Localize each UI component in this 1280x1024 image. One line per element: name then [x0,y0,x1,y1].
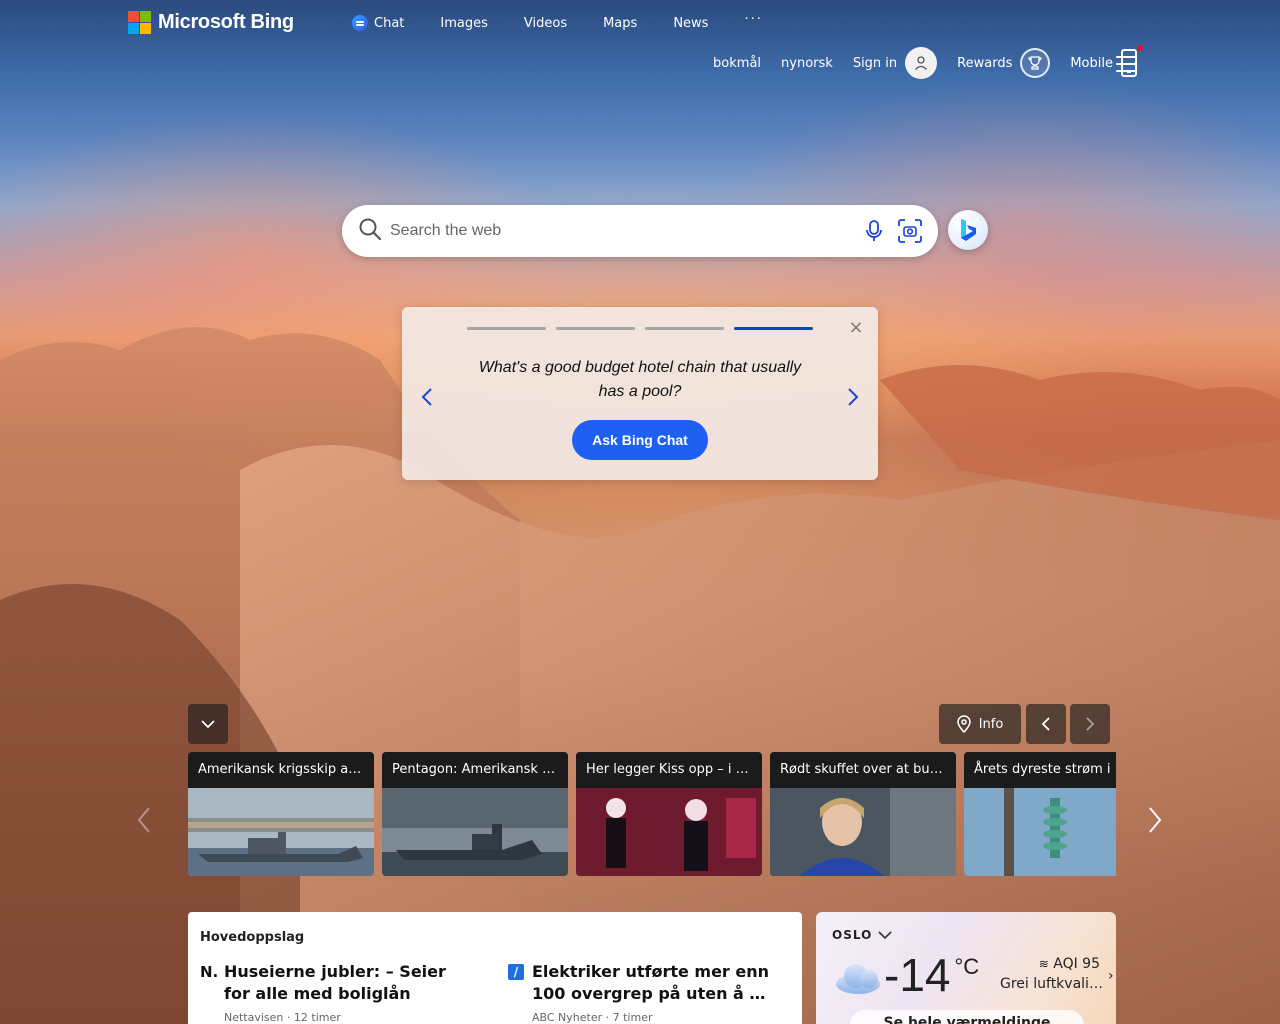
weather-city-selector[interactable]: OSLO [832,928,1100,942]
aqi-value: AQI 95 [1053,956,1100,972]
microsoft-logo-icon [128,11,151,34]
weather-city: OSLO [832,928,873,942]
sign-in-label: Sign in [852,55,898,71]
full-forecast-button[interactable]: Se hele værmeldinge [850,1010,1084,1024]
bing-chat-button-icon[interactable] [948,210,988,250]
news-tile[interactable]: Her legger Kiss opp – i kveld [576,752,762,876]
chevron-down-icon [878,930,892,939]
nettavisen-logo-icon: N. [200,963,219,981]
cloud-icon [832,962,882,996]
more-menu-icon[interactable]: ··· [744,12,762,27]
chevron-right-icon[interactable]: › [1108,968,1114,984]
ask-bing-chat-button[interactable]: Ask Bing Chat [572,420,708,460]
sign-in-button[interactable]: Sign in [852,47,938,79]
nav-videos[interactable]: Videos [524,16,567,31]
progress-step[interactable] [467,327,546,330]
bing-chat-icon [352,15,368,31]
nav-maps[interactable]: Maps [603,16,637,31]
news-tile-title: Pentagon: Amerikansk krigsskip [382,752,568,788]
rewards-button[interactable]: Rewards [957,48,1051,78]
carousel-prev-icon[interactable] [132,806,156,838]
aqi-description: Grei luftkvalitet [1000,976,1104,992]
bing-chat-suggestion-card: × What's a good budget hotel chain that … [402,307,878,480]
abc-nyheter-logo-icon: / [508,964,524,980]
carousel-next-icon[interactable] [1143,806,1167,838]
nav-chat-label: Chat [374,15,405,31]
news-tile[interactable]: Årets dyreste strøm i [964,752,1116,876]
wind-icon: ≋ [1038,957,1049,971]
bing-logo[interactable]: Microsoft Bing [128,11,294,34]
air-quality-index: ≋ AQI 95 [1000,956,1100,972]
microphone-icon[interactable] [860,217,888,245]
suggested-question: What's a good budget hotel chain that us… [478,359,802,400]
news-tile[interactable]: Amerikansk krigsskip anklaget [188,752,374,876]
top-navigation: Chat Images Videos Maps News ··· [352,12,763,31]
story-title[interactable]: Huseierne jubler: – Seier for alle med b… [224,961,468,1005]
search-icon[interactable] [358,217,382,245]
progress-step[interactable] [556,327,635,330]
account-bar: bokmål nynorsk Sign in Rewards Mobile [713,45,1143,79]
location-pin-icon [956,715,971,733]
user-avatar-icon [905,47,938,79]
chevron-down-icon [201,720,215,729]
chevron-right-icon [1086,717,1095,731]
power-line-insulator-image [964,788,1116,876]
weather-widget[interactable]: OSLO -14 °C ≋ AQI 95 Grei luftkvalitet ›… [816,912,1116,1024]
search-input[interactable] [390,222,852,240]
story-item[interactable]: N. Huseierne jubler: – Seier for alle me… [200,961,468,1024]
rewards-label: Rewards [957,55,1013,71]
search-box [342,205,938,257]
story-item[interactable]: / Elektriker utførte mer enn 100 overgre… [508,961,776,1024]
chevron-right-icon[interactable] [843,387,863,411]
carousel-progress [467,327,813,330]
notification-dot [1137,45,1143,51]
weather-unit: °C [954,954,980,979]
story-source: ABC Nyheter · 7 timer [532,1011,653,1024]
lang-nynorsk[interactable]: nynorsk [781,56,833,71]
kiss-concert-image [576,788,762,876]
progress-step[interactable] [645,327,724,330]
close-icon[interactable]: × [848,319,864,337]
previous-image-button[interactable] [1026,704,1066,744]
story-title[interactable]: Elektriker utførte mer enn 100 overgrep … [532,961,776,1005]
woman-portrait-image [770,788,956,876]
warship-harbor-image [188,788,374,876]
news-carousel: Amerikansk krigsskip anklaget Pentagon: … [188,752,1116,876]
chevron-left-icon[interactable] [417,387,437,411]
news-tile[interactable]: Pentagon: Amerikansk krigsskip [382,752,568,876]
image-info-button[interactable]: Info [939,704,1021,744]
top-stories-heading: Hovedoppslag [200,930,305,945]
news-tile[interactable]: Rødt skuffet over at budsjettet [770,752,956,876]
logo-text: Microsoft Bing [158,11,294,33]
hamburger-menu-icon[interactable] [1116,56,1136,72]
weather-temperature: -14 [884,949,951,1001]
nav-news[interactable]: News [673,16,708,31]
news-tile-title: Amerikansk krigsskip anklaget [188,752,374,788]
news-tile-title: Her legger Kiss opp – i kveld [576,752,762,788]
story-source: Nettavisen · 12 timer [224,1011,341,1024]
lang-bokmal[interactable]: bokmål [713,56,761,71]
news-tile-title: Rødt skuffet over at budsjettet [770,752,956,788]
nav-chat[interactable]: Chat [352,15,404,31]
warship-gray-sky-image [382,788,568,876]
nav-images[interactable]: Images [440,16,488,31]
next-image-button[interactable] [1070,704,1110,744]
chevron-left-icon [1041,717,1050,731]
trophy-icon [1020,48,1051,78]
news-tile-title: Årets dyreste strøm i [964,752,1116,788]
top-stories-panel: Hovedoppslag N. Huseierne jubler: – Seie… [188,912,802,1024]
info-label: Info [978,716,1004,732]
visual-search-icon[interactable] [896,217,924,245]
mobile-label: Mobile [1070,55,1113,71]
progress-step-active[interactable] [734,327,813,330]
collapse-feed-button[interactable] [188,704,228,744]
